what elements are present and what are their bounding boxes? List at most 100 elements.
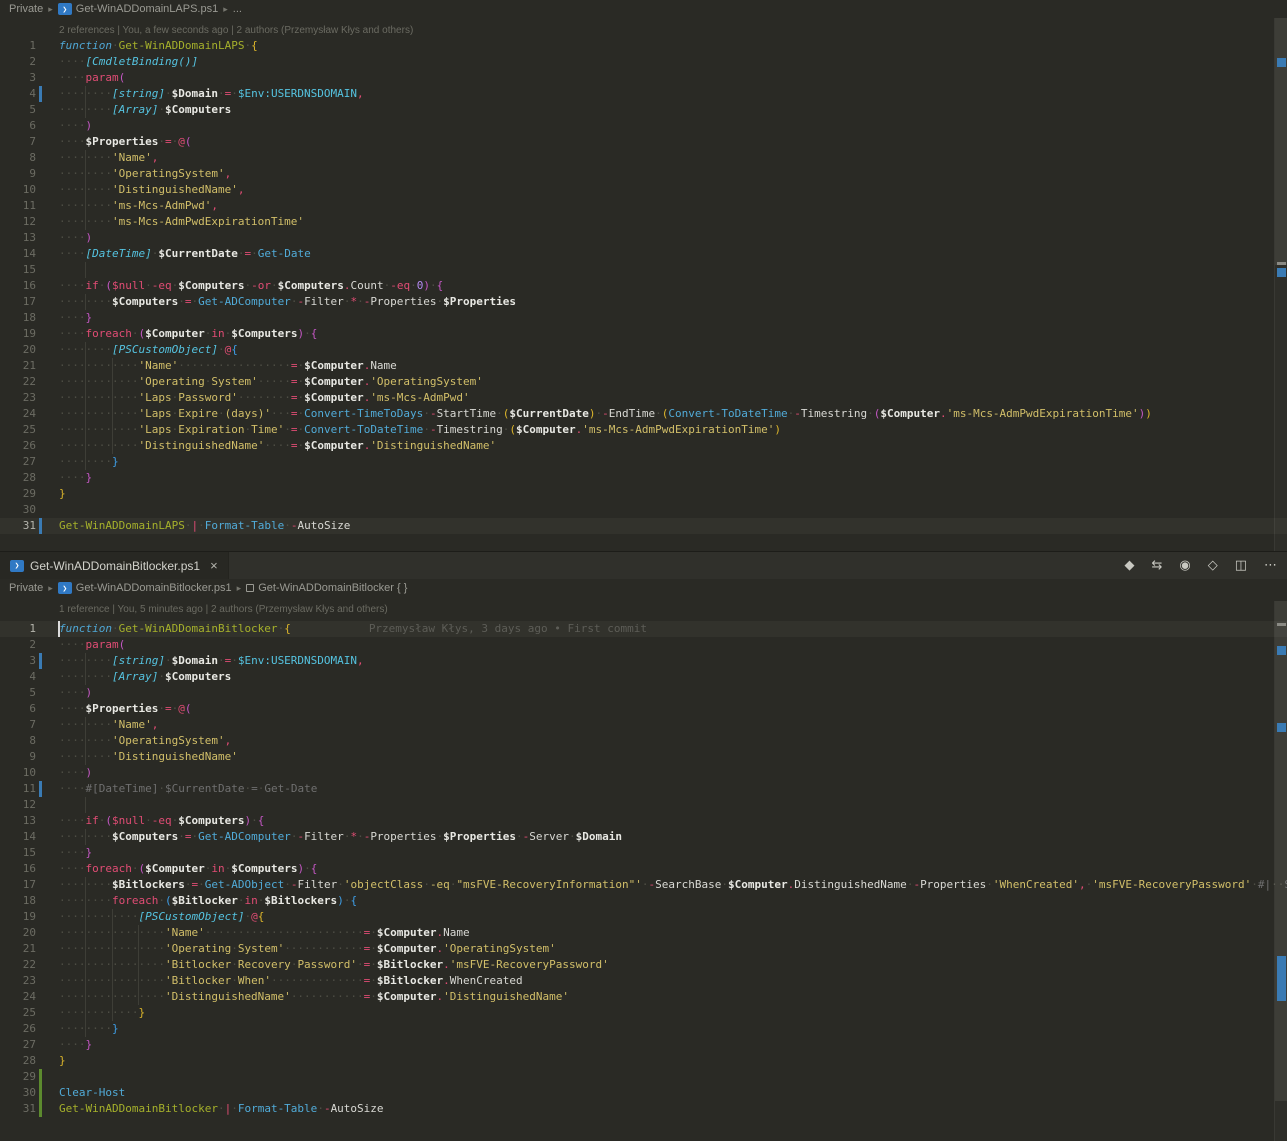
code-line[interactable]: 5····) xyxy=(0,685,1287,701)
code-line[interactable]: 14····[DateTime]·$CurrentDate·=·Get-Date xyxy=(0,246,1287,262)
code-line[interactable]: 14········$Computers·=·Get-ADComputer·-F… xyxy=(0,829,1287,845)
code-area-top[interactable]: 1function·Get-WinADDomainLAPS·{2····[Cmd… xyxy=(0,38,1287,551)
line-number[interactable]: 12 xyxy=(0,797,36,813)
code-line[interactable]: 22············'Operating·System'·····=·$… xyxy=(0,374,1287,390)
line-number[interactable]: 2 xyxy=(0,637,36,653)
code-line[interactable]: 6····) xyxy=(0,118,1287,134)
line-number[interactable]: 13 xyxy=(0,813,36,829)
line-number[interactable]: 23 xyxy=(0,973,36,989)
code-line[interactable]: 21············'Name'·················=·$… xyxy=(0,358,1287,374)
code-line[interactable]: 27········} xyxy=(0,454,1287,470)
code-line[interactable]: 11········'ms-Mcs-AdmPwd', xyxy=(0,198,1287,214)
line-number[interactable]: 22 xyxy=(0,957,36,973)
code-line[interactable]: 7····$Properties·=·@( xyxy=(0,134,1287,150)
breadcrumb-item[interactable]: ❯Get-WinADDomainLAPS.ps1 xyxy=(58,3,218,15)
line-number[interactable]: 6 xyxy=(0,118,36,134)
gutter-modified-indicator[interactable] xyxy=(39,653,42,669)
line-number[interactable]: 9 xyxy=(0,166,36,182)
line-number[interactable]: 30 xyxy=(0,1085,36,1101)
code-line[interactable]: 8········'OperatingSystem', xyxy=(0,733,1287,749)
split-editor-icon[interactable]: ◫ xyxy=(1235,559,1247,572)
code-line[interactable]: 25············'Laps·Expiration·Time'·=·C… xyxy=(0,422,1287,438)
line-number[interactable]: 31 xyxy=(0,518,36,534)
code-line[interactable]: 30 xyxy=(0,502,1287,518)
scrollbar-thumb[interactable] xyxy=(1275,18,1287,265)
code-line[interactable]: 3········[string]·$Domain·=·$Env:USERDNS… xyxy=(0,653,1287,669)
code-line[interactable]: 18····} xyxy=(0,310,1287,326)
line-number[interactable]: 11 xyxy=(0,781,36,797)
code-line[interactable]: 1function·Get-WinADDomainBitlocker·{Prze… xyxy=(0,621,1287,637)
breadcrumb-item[interactable]: ❯Get-WinADDomainBitlocker.ps1 xyxy=(58,582,232,594)
line-number[interactable]: 3 xyxy=(0,653,36,669)
open-changes-icon[interactable]: ⇆ xyxy=(1151,559,1162,572)
code-line[interactable]: 8········'Name', xyxy=(0,150,1287,166)
gutter-modified-indicator[interactable] xyxy=(39,86,42,102)
line-number[interactable]: 27 xyxy=(0,1037,36,1053)
line-number[interactable]: 27 xyxy=(0,454,36,470)
code-line[interactable]: 13····if·($null·-eq·$Computers)·{ xyxy=(0,813,1287,829)
gutter-modified-indicator[interactable] xyxy=(39,518,42,534)
line-number[interactable]: 14 xyxy=(0,246,36,262)
gutter-added-indicator[interactable] xyxy=(39,1069,42,1085)
line-number[interactable]: 19 xyxy=(0,326,36,342)
overview-ruler-bottom[interactable] xyxy=(1274,601,1287,1141)
code-line[interactable]: 1function·Get-WinADDomainLAPS·{ xyxy=(0,38,1287,54)
line-number[interactable]: 17 xyxy=(0,877,36,893)
code-line[interactable]: 23················'Bitlocker·When'······… xyxy=(0,973,1287,989)
line-number[interactable]: 7 xyxy=(0,717,36,733)
breadcrumb-item[interactable]: Private xyxy=(9,3,43,15)
code-line[interactable]: 21················'Operating·System'····… xyxy=(0,941,1287,957)
line-number[interactable]: 4 xyxy=(0,669,36,685)
line-number[interactable]: 5 xyxy=(0,685,36,701)
code-line[interactable]: 20········[PSCustomObject]·@{ xyxy=(0,342,1287,358)
code-line[interactable]: 28····} xyxy=(0,470,1287,486)
code-line[interactable]: 9········'DistinguishedName' xyxy=(0,749,1287,765)
code-line[interactable]: 26········} xyxy=(0,1021,1287,1037)
line-number[interactable]: 8 xyxy=(0,733,36,749)
code-line[interactable]: 23············'Laps·Password'········=·$… xyxy=(0,390,1287,406)
line-number[interactable]: 15 xyxy=(0,845,36,861)
overview-ruler-top[interactable] xyxy=(1274,18,1287,551)
line-number[interactable]: 9 xyxy=(0,749,36,765)
line-number[interactable]: 4 xyxy=(0,86,36,102)
line-number[interactable]: 12 xyxy=(0,214,36,230)
line-number[interactable]: 24 xyxy=(0,989,36,1005)
toggle-blame-icon[interactable]: ◉ xyxy=(1179,559,1190,572)
code-line[interactable]: 2····param( xyxy=(0,637,1287,653)
line-number[interactable]: 2 xyxy=(0,54,36,70)
code-line[interactable]: 16····if·($null·-eq·$Computers·-or·$Comp… xyxy=(0,278,1287,294)
code-line[interactable]: 30Clear-Host xyxy=(0,1085,1287,1101)
breadcrumb-item[interactable]: Get-WinADDomainBitlocker { } xyxy=(246,582,407,594)
line-number[interactable]: 20 xyxy=(0,925,36,941)
line-number[interactable]: 10 xyxy=(0,182,36,198)
code-line[interactable]: 29 xyxy=(0,1069,1287,1085)
line-number[interactable]: 25 xyxy=(0,1005,36,1021)
line-number[interactable]: 13 xyxy=(0,230,36,246)
code-line[interactable]: 3····param( xyxy=(0,70,1287,86)
line-number[interactable]: 18 xyxy=(0,893,36,909)
code-area-bottom[interactable]: 1function·Get-WinADDomainBitlocker·{Prze… xyxy=(0,621,1287,1141)
code-line[interactable]: 26············'DistinguishedName'····=·$… xyxy=(0,438,1287,454)
line-number[interactable]: 21 xyxy=(0,941,36,957)
gitlens-graph-icon[interactable]: ◆ xyxy=(1124,559,1134,572)
line-number[interactable]: 15 xyxy=(0,262,36,278)
line-number[interactable]: 17 xyxy=(0,294,36,310)
code-line[interactable]: 24············'Laps·Expire·(days)'···=·C… xyxy=(0,406,1287,422)
line-number[interactable]: 28 xyxy=(0,1053,36,1069)
code-line[interactable]: 10····) xyxy=(0,765,1287,781)
line-number[interactable]: 25 xyxy=(0,422,36,438)
code-line[interactable]: 27····} xyxy=(0,1037,1287,1053)
line-number[interactable]: 1 xyxy=(0,38,36,54)
line-number[interactable]: 19 xyxy=(0,909,36,925)
code-line[interactable]: 4········[Array]·$Computers xyxy=(0,669,1287,685)
line-number[interactable]: 26 xyxy=(0,438,36,454)
line-number[interactable]: 23 xyxy=(0,390,36,406)
breadcrumb-item[interactable]: ... xyxy=(233,3,242,15)
file-history-icon[interactable]: ◇ xyxy=(1208,559,1218,572)
line-number[interactable]: 7 xyxy=(0,134,36,150)
code-line[interactable]: 22················'Bitlocker·Recovery·Pa… xyxy=(0,957,1287,973)
code-line[interactable]: 4········[string]·$Domain·=·$Env:USERDNS… xyxy=(0,86,1287,102)
codelens-bottom[interactable]: 1 reference | You, 5 minutes ago | 2 aut… xyxy=(0,597,1287,617)
gutter-added-indicator[interactable] xyxy=(39,1101,42,1117)
line-number[interactable]: 6 xyxy=(0,701,36,717)
